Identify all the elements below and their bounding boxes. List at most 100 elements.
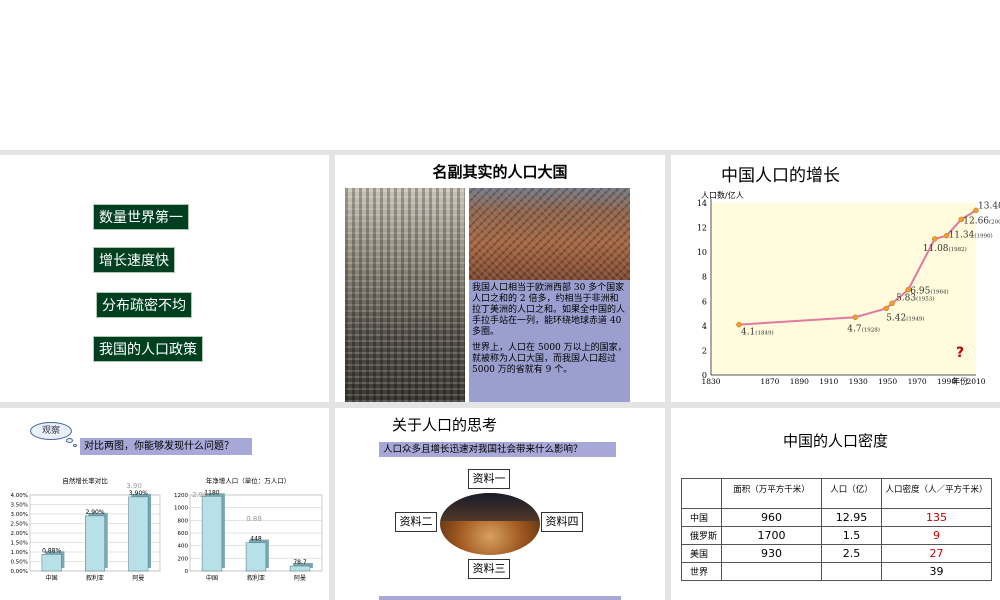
info-paragraph-1: 我国人口相当于欧洲西部 30 多个国家人口之和的 2 倍多，约相当于非洲和拉丁美…: [472, 283, 626, 337]
slide-thumbnail-2[interactable]: 名副其实的人口大国 我国人口相当于欧洲西部 30 多个国家人口之和的 2 倍多，…: [335, 155, 665, 402]
x-tick-label: 2010: [966, 377, 985, 386]
bar: [128, 496, 149, 572]
bar-category-label: 叙利亚: [86, 574, 104, 582]
beach-crowd-photo: [469, 188, 630, 280]
table-row: 俄罗斯 1700 1.5 9: [681, 526, 992, 545]
bar-category-label: 阿曼: [294, 574, 306, 582]
bar-y-tick-label: 0.50%: [11, 560, 28, 566]
data-year-label: (1928): [862, 326, 880, 333]
pop-cell: 12.95: [821, 508, 882, 527]
data-point: [852, 314, 859, 321]
x-tick-label: 1890: [790, 377, 809, 386]
y-tick-label: 4: [702, 322, 707, 331]
bar-y-tick-label: 1200: [174, 493, 188, 499]
bar-category-label: 阿曼: [132, 574, 144, 582]
annotation-label: 3.90: [126, 482, 142, 490]
row-name: 美国: [681, 544, 722, 563]
topic-tag-3[interactable]: 分布疏密不均: [96, 292, 192, 318]
table-row: 中国 960 12.95 135: [681, 508, 992, 527]
bar-value-label: 448: [250, 536, 262, 543]
area-cell: 960: [721, 508, 822, 527]
population-density-table: 面积（万平方千米） 人口（亿） 人口密度（人／平方千米） 中国 960 12.9…: [681, 478, 992, 581]
bar-category-label: 中国: [46, 574, 58, 582]
topic-tag-1[interactable]: 数量世界第一: [93, 204, 189, 230]
slide-thumbnail-5[interactable]: 关于人口的思考 人口众多且增长迅速对我国社会带来什么影响？ 资料一 资料二 资料…: [335, 408, 665, 600]
bar-y-tick-label: 2.50%: [11, 522, 28, 528]
slide-thumbnail-6[interactable]: 中国的人口密度 面积（万平方千米） 人口（亿） 人口密度（人／平方千米） 中国 …: [671, 408, 1000, 600]
annotation-label: 0.88: [246, 515, 262, 523]
data-year-label: (1982): [949, 246, 967, 253]
topic-tag-2[interactable]: 增长速度快: [93, 247, 175, 273]
bar-category-label: 叙利亚: [247, 574, 265, 582]
y-tick-label: 6: [702, 297, 707, 306]
thought-cloud-icon: 观察: [30, 422, 72, 440]
material-box-1[interactable]: 资料一: [468, 469, 510, 489]
material-box-2[interactable]: 资料二: [395, 512, 437, 532]
data-point: [736, 321, 742, 328]
bar-y-tick-label: 3.00%: [11, 512, 28, 518]
density-value: 135: [926, 511, 947, 524]
y-tick-label: 12: [697, 224, 707, 233]
area-cell: [721, 562, 822, 581]
bar: [245, 542, 267, 572]
bar-y-tick-label: 200: [178, 556, 189, 562]
x-tick-label: 1950: [878, 377, 897, 386]
bar-category-label: 中国: [206, 574, 218, 582]
row-name: 俄罗斯: [681, 526, 722, 545]
data-label: 13.40(2010): [978, 201, 1000, 211]
bar-chart-title: 自然增长率对比: [62, 476, 108, 485]
x-tick-label: 1830: [701, 377, 720, 386]
density-value: 9: [933, 529, 940, 542]
bar-y-tick-label: 3.50%: [11, 503, 28, 509]
slide-title: 中国的人口密度: [782, 432, 888, 450]
bar-chart-title: 年净增人口（单位：万人口）: [206, 476, 291, 485]
slide-thumbnail-1[interactable]: 数量世界第一 增长速度快 分布疏密不均 我国的人口政策: [0, 155, 329, 402]
data-year-label: (1949): [906, 315, 924, 322]
data-year-label: (1964): [930, 289, 948, 296]
slide-thumbnail-4[interactable]: 观察 对比两图，你能够发现什么问题？ 自然增长率对比 0.00% 0.50% 1.00…: [0, 408, 329, 600]
data-year-label: (1849): [755, 330, 773, 337]
material-box-4[interactable]: 资料四: [541, 512, 583, 532]
bar-y-tick-label: 600: [178, 531, 189, 537]
question-bar: 人口众多且增长迅速对我国社会带来什么影响？: [379, 442, 616, 457]
bar: [85, 515, 105, 572]
x-tick-label: 1910: [819, 377, 838, 386]
bottom-bar: [379, 596, 621, 600]
data-year-label: (1990): [974, 233, 992, 240]
bar-value-label: 78.7: [293, 559, 307, 566]
bar-y-tick-label: 4.00%: [11, 493, 28, 499]
bar-y-tick-label: 1.00%: [11, 550, 28, 556]
density-cell: 135: [881, 508, 992, 527]
row-name: 世界: [681, 562, 722, 581]
pop-cell: [821, 562, 882, 581]
x-tick-label: 1870: [760, 377, 779, 386]
thought-bubble-dot-icon: [73, 444, 77, 447]
data-label: 11.34(1990): [949, 231, 993, 241]
pop-cell: 2.5: [821, 544, 882, 563]
bicycle-crowd-photo: [345, 188, 465, 402]
data-point: [883, 305, 889, 312]
population-growth-chart: 人口数/亿人 年份 024681012141830 1870 1890 1910 193…: [697, 190, 1000, 386]
x-tick-label: 1930: [849, 377, 868, 386]
density-value: 27: [929, 547, 944, 560]
table-row: 世界 39: [681, 562, 992, 581]
topic-tag-4[interactable]: 我国的人口政策: [93, 336, 203, 362]
slide-title: 关于人口的思考: [392, 416, 498, 434]
area-cell: 930: [721, 544, 822, 563]
data-year-label: (2000): [989, 218, 1000, 225]
table-row: 美国 930 2.5 27: [681, 544, 992, 563]
table-header-cell: 人口密度（人／平方千米）: [881, 478, 992, 509]
bar-y-tick-label: 1.50%: [11, 541, 28, 547]
crowd-oval-photo: [440, 493, 540, 555]
bar-value-label: 2.90%: [85, 509, 104, 516]
material-box-3[interactable]: 资料三: [468, 559, 510, 579]
row-name: 中国: [681, 508, 722, 527]
y-tick-label: 10: [697, 248, 707, 257]
bar-y-tick-label: 800: [178, 518, 189, 524]
x-tick-label: 1990: [937, 377, 956, 386]
x-tick-label: 1970: [908, 377, 927, 386]
table-header-cell: [681, 478, 722, 509]
y-axis-label: 人口数/亿人: [701, 190, 744, 200]
bar-y-tick-label: 2.00%: [11, 531, 28, 537]
slide-thumbnail-3[interactable]: 中国人口的增长 人口数/亿人 年份 0 2 4 6 8 10 12 14 1830 1870 189…: [671, 155, 1000, 402]
